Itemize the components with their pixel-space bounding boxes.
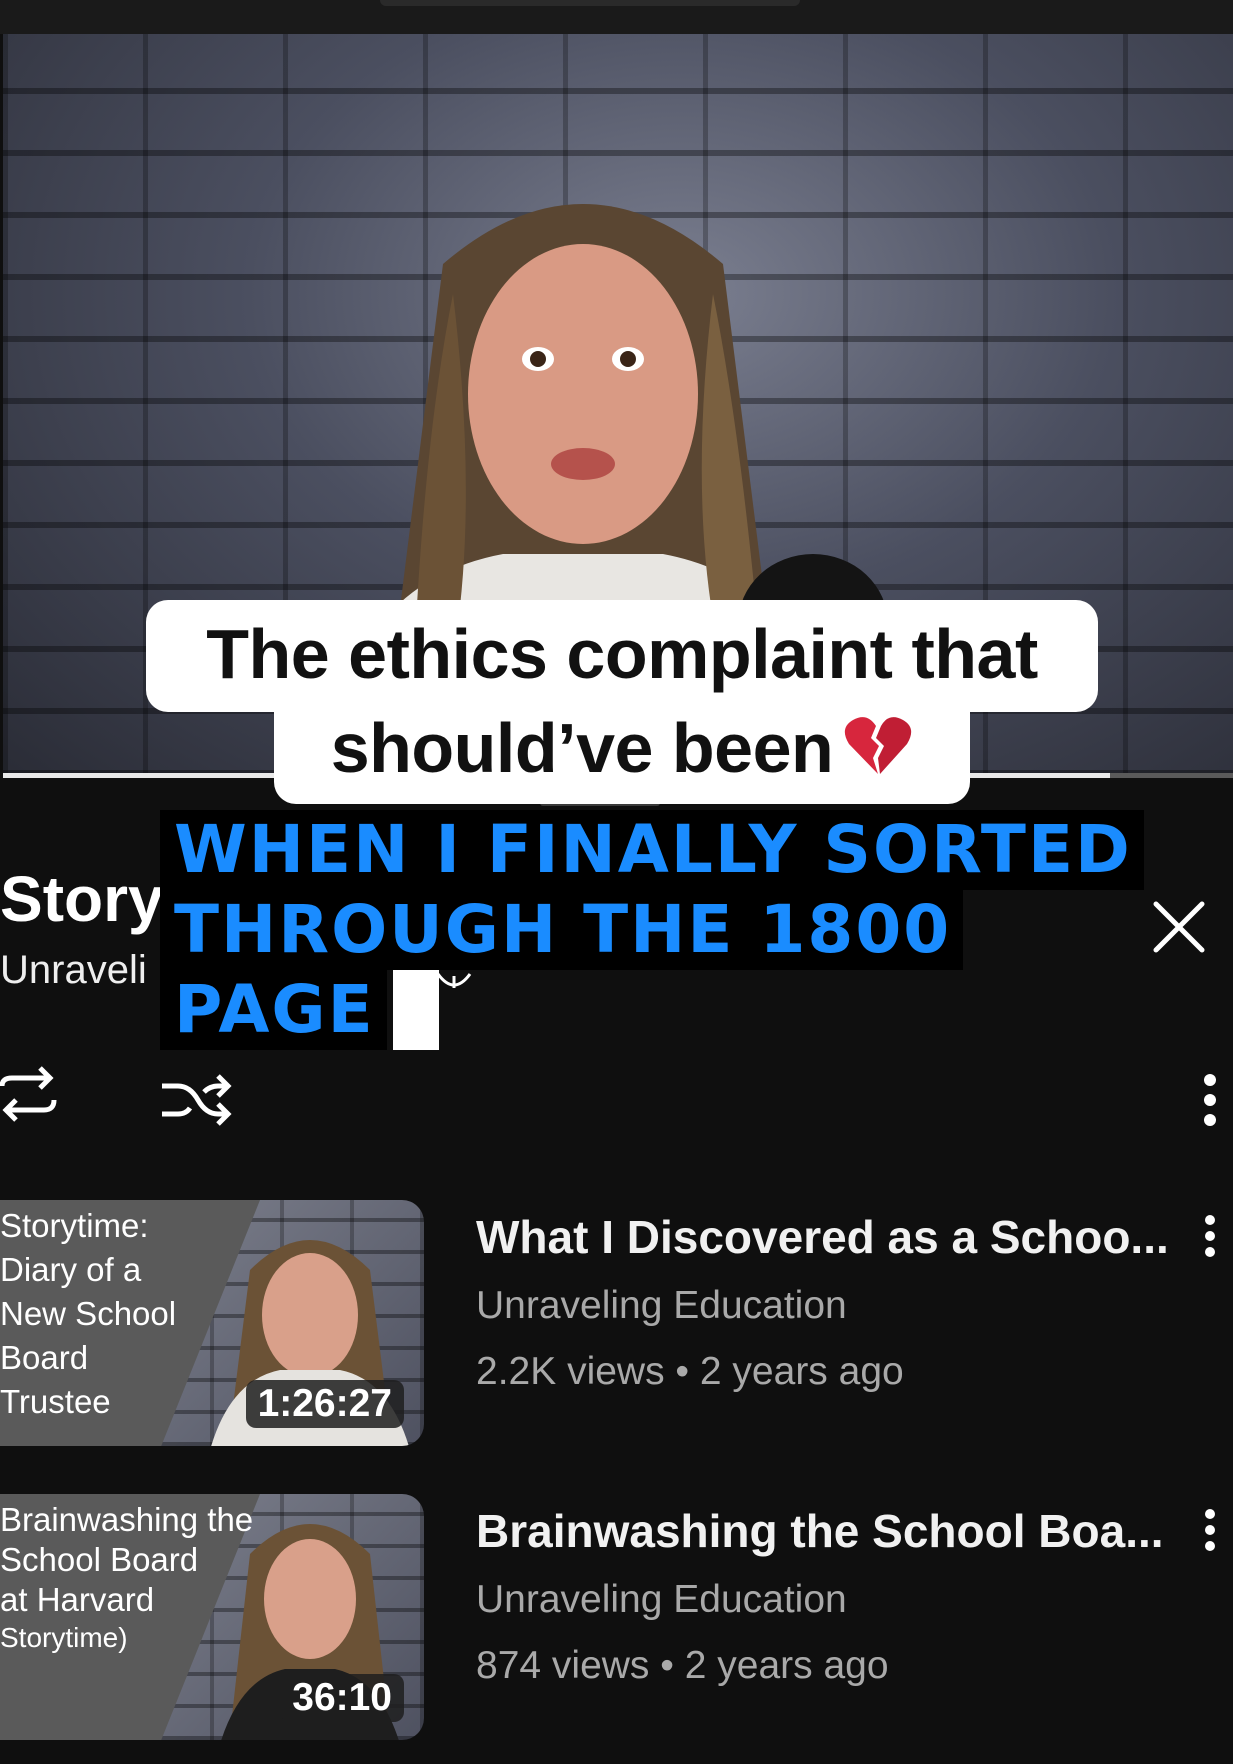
close-icon[interactable] (1150, 898, 1208, 956)
caption-line-2-box: should’ve been (274, 700, 970, 804)
thumbnail-text-line: School Board (0, 1541, 199, 1578)
text-cursor (392, 970, 439, 1050)
caption-line-1: The ethics complaint that (146, 600, 1098, 712)
notch (380, 0, 800, 6)
overlay-line-1: WHEN I FINALLY SORTED (160, 810, 1144, 890)
thumbnail-text-line: Board (0, 1339, 89, 1376)
thumbnail-text-line: Storytime) (0, 1622, 128, 1653)
overlay-line-2: THROUGH THE 1800 (160, 890, 964, 970)
video-title[interactable]: What I Discovered as a Schoo... (476, 1210, 1169, 1264)
thumbnail-text-line: at Harvard (0, 1581, 155, 1618)
playlist-title: Story (0, 863, 164, 935)
thumbnail-text-line: Brainwashing the (0, 1501, 254, 1538)
status-strip (0, 0, 1233, 34)
duration-badge: 1:26:27 (245, 1380, 404, 1428)
caption-line-2: should’ve been (330, 709, 834, 787)
overlay-line-3: PAGE (160, 970, 387, 1050)
thumbnail-text-line: Diary of a (0, 1251, 142, 1288)
video-thumbnail[interactable]: Brainwashing the School Board at Harvard… (0, 1494, 424, 1740)
overlay-caption: WHEN I FINALLY SORTED THROUGH THE 1800 P… (160, 810, 1144, 1050)
broken-heart-icon (845, 717, 912, 774)
shuffle-icon[interactable] (160, 1068, 232, 1132)
playlist-item[interactable]: Storytime: Diary of a New School Board T… (0, 1200, 1233, 1450)
more-vert-icon[interactable] (1200, 1508, 1220, 1552)
more-vert-icon[interactable] (1198, 1072, 1222, 1128)
playlist-channel[interactable]: Unraveli (0, 948, 147, 993)
video-meta: 874 views • 2 years ago (476, 1644, 889, 1687)
thumbnail-text-line: Trustee (0, 1383, 111, 1420)
video-channel: Unraveling Education (476, 1284, 847, 1327)
video-channel: Unraveling Education (476, 1578, 847, 1621)
loop-icon[interactable] (0, 1064, 58, 1126)
globe-icon (436, 973, 472, 988)
video-title[interactable]: Brainwashing the School Boa... (476, 1504, 1164, 1558)
thumbnail-text-line: Storytime: (0, 1207, 149, 1244)
duration-badge: 36:10 (280, 1674, 404, 1722)
thumbnail-text-line: New School (0, 1295, 177, 1332)
playlist-item[interactable]: Brainwashing the School Board at Harvard… (0, 1494, 1233, 1744)
video-meta: 2.2K views • 2 years ago (476, 1350, 904, 1393)
video-thumbnail[interactable]: Storytime: Diary of a New School Board T… (0, 1200, 424, 1446)
more-vert-icon[interactable] (1200, 1214, 1220, 1258)
